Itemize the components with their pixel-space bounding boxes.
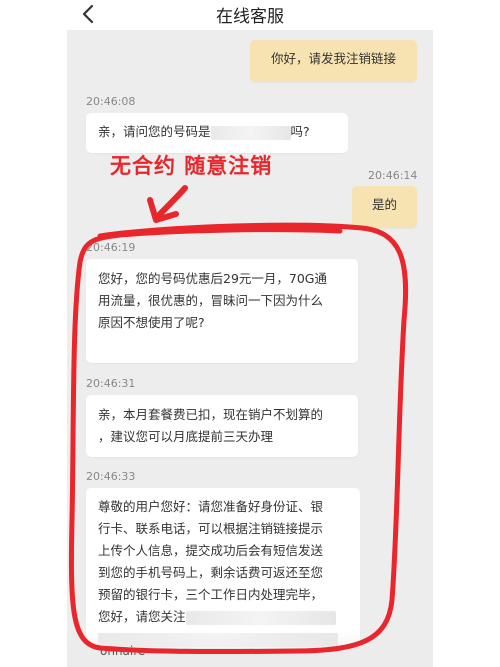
message-bubble-outgoing: 是的	[352, 186, 417, 228]
message-line: 尊敬的用户您好：请您准备好身份证、银	[98, 499, 324, 514]
message-line: 您好，请您关注	[98, 606, 348, 628]
message-text: 吗?	[290, 124, 310, 139]
message-timestamp: 20:46:14	[368, 169, 418, 182]
message-line: 预留的银行卡，三个工作日内处理完毕，	[98, 587, 324, 602]
cutoff-text: onnaire	[100, 644, 146, 658]
message-text: 是的	[371, 197, 397, 212]
chat-screen: 在线客服 你好，请发我注销链接 20:46:08 亲，请问您的号码是 吗? 20:…	[0, 0, 500, 667]
message-timestamp: 20:46:08	[86, 95, 136, 108]
message-line: 您好，您的号码优惠后29元一月，70G通	[98, 271, 327, 286]
message-line: ，建议您可以月底提前三天办理	[98, 429, 274, 444]
message-bubble-incoming: 您好，您的号码优惠后29元一月，70G通 用流量，很优惠的，冒昧问一下因为什么 …	[86, 259, 358, 363]
annotation-caption: 无合约 随意注销	[110, 154, 273, 178]
message-line: 到您的手机号码上，剩余话费可返还至您	[98, 565, 324, 580]
message-bubble-outgoing: 你好，请发我注销链接	[250, 40, 417, 82]
navigation-bar: 在线客服	[0, 0, 500, 30]
message-timestamp: 20:46:19	[86, 241, 136, 254]
message-line: 原因不想使用了呢?	[98, 315, 205, 330]
message-timestamp: 20:46:33	[86, 470, 136, 483]
message-text: 你好，请发我注销链接	[270, 51, 396, 66]
message-line: 上传个人信息，提交成功后会有短信发送	[98, 543, 324, 558]
message-text: 您好，请您关注	[98, 609, 186, 624]
page-title: 在线客服	[216, 7, 284, 27]
message-timestamp: 20:46:31	[86, 377, 136, 390]
redacted-text	[185, 610, 336, 625]
message-bubble-incoming: 尊敬的用户您好：请您准备好身份证、银 行卡、联系电话，可以根据注销链接提示 上传…	[86, 488, 360, 648]
redacted-phone-number	[210, 125, 291, 140]
message-bubble-incoming: 亲，请问您的号码是 吗?	[86, 113, 348, 153]
message-bubble-incoming: 亲，本月套餐费已扣，现在销户不划算的 ，建议您可以月底提前三天办理	[86, 395, 358, 457]
message-line: 用流量，很优惠的，冒昧问一下因为什么	[98, 293, 324, 308]
message-line: 亲，本月套餐费已扣，现在销户不划算的	[98, 407, 324, 422]
message-line: 行卡、联系电话，可以根据注销链接提示	[98, 521, 324, 536]
message-text: 亲，请问您的号码是	[98, 124, 211, 139]
